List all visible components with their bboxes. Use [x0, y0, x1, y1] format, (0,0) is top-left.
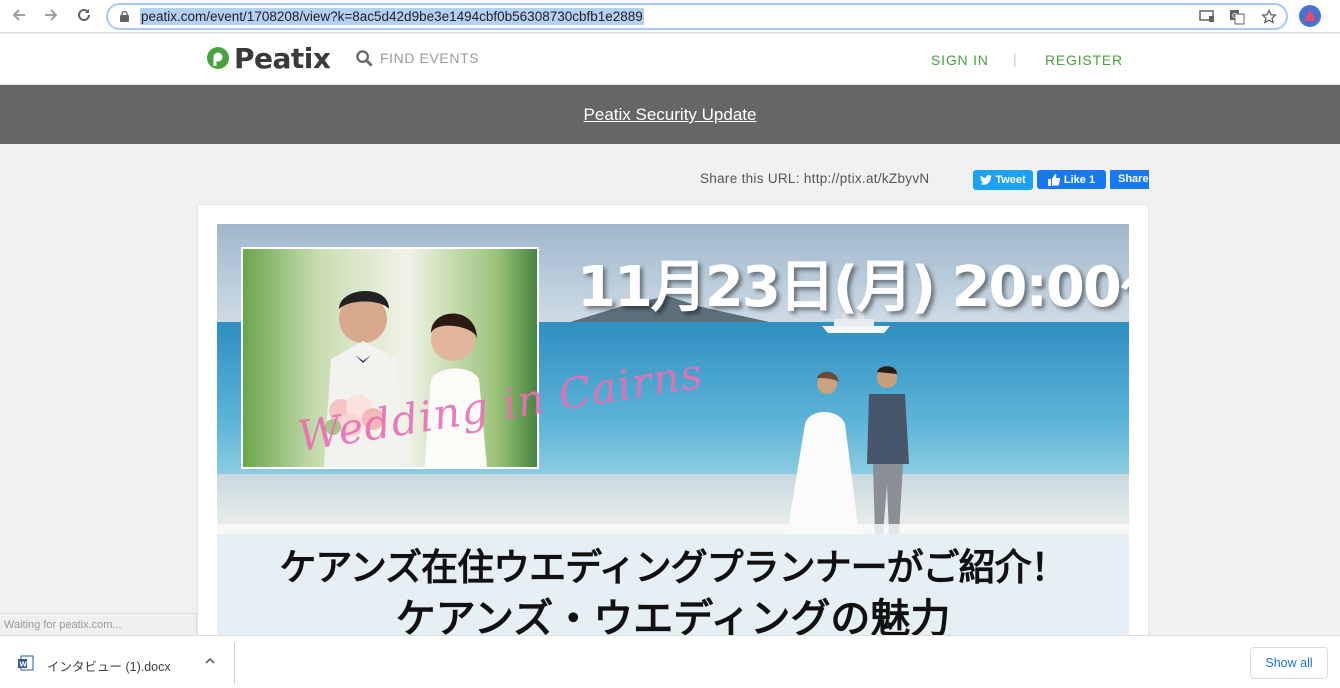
logo-text: Peatix	[234, 41, 331, 75]
svg-text:G: G	[1232, 12, 1237, 20]
svg-text:W: W	[19, 661, 27, 669]
forward-icon[interactable]	[40, 6, 62, 26]
loading-status-bubble: Waiting for peatix.com...	[0, 613, 197, 634]
address-bar[interactable]: peatix.com/event/1708208/view?k=8ac5d42d…	[106, 3, 1288, 30]
cast-icon[interactable]	[1198, 9, 1216, 25]
event-date-text: 11月23日(月) 20:00～	[577, 255, 1129, 320]
site-header: Peatix FIND EVENTS SIGN IN | REGISTER	[0, 34, 1340, 85]
bookmark-star-icon[interactable]	[1260, 8, 1278, 25]
translate-icon[interactable]: G	[1228, 9, 1246, 25]
twitter-bird-icon	[980, 175, 993, 185]
find-events-link[interactable]: FIND EVENTS	[355, 48, 479, 68]
peatix-logo-icon	[207, 47, 229, 69]
tweet-label: Tweet	[995, 174, 1026, 186]
header-separator: |	[1013, 51, 1017, 67]
sign-in-link[interactable]: SIGN IN	[931, 52, 989, 68]
word-document-icon[interactable]: W	[18, 655, 34, 671]
find-events-label: FIND EVENTS	[380, 50, 480, 66]
event-hero-image: 11月23日(月) 20:00～ Wedding in Cairns ケアンズ在…	[217, 224, 1129, 636]
reload-icon[interactable]	[73, 6, 95, 26]
thumbs-up-icon	[1047, 173, 1060, 186]
peatix-logo[interactable]: Peatix	[206, 41, 331, 75]
security-banner: Peatix Security Update	[0, 85, 1340, 144]
url-text[interactable]: peatix.com/event/1708208/view?k=8ac5d42d…	[140, 8, 644, 25]
download-shelf: W インタビュー (1).docx Show all	[0, 635, 1340, 688]
tweet-button[interactable]: Tweet	[973, 170, 1033, 190]
search-icon	[356, 49, 373, 67]
share-url-text: Share this URL: http://ptix.at/kZbyvN	[700, 171, 930, 186]
security-update-link[interactable]: Peatix Security Update	[0, 105, 1340, 125]
hero-caption-line1: ケアンズ在住ウエディングプランナーがご紹介！	[279, 546, 1067, 589]
lock-icon	[120, 11, 129, 22]
register-link[interactable]: REGISTER	[1045, 52, 1123, 68]
like-label: Like 1	[1063, 173, 1096, 186]
browser-toolbar: peatix.com/event/1708208/view?k=8ac5d42d…	[0, 0, 1340, 33]
back-icon[interactable]	[8, 6, 30, 26]
profile-avatar[interactable]	[1299, 5, 1321, 27]
beach-couple-figure	[787, 366, 909, 534]
download-file-name[interactable]: インタビュー (1).docx	[47, 656, 171, 675]
chevron-up-icon[interactable]	[203, 654, 217, 668]
show-all-downloads-button[interactable]: Show all	[1250, 647, 1328, 679]
hero-caption-line2: ケアンズ・ウエディングの魅力	[395, 596, 951, 636]
facebook-share-button[interactable]: Share	[1110, 170, 1149, 189]
facebook-like-button[interactable]: Like 1	[1037, 170, 1106, 189]
